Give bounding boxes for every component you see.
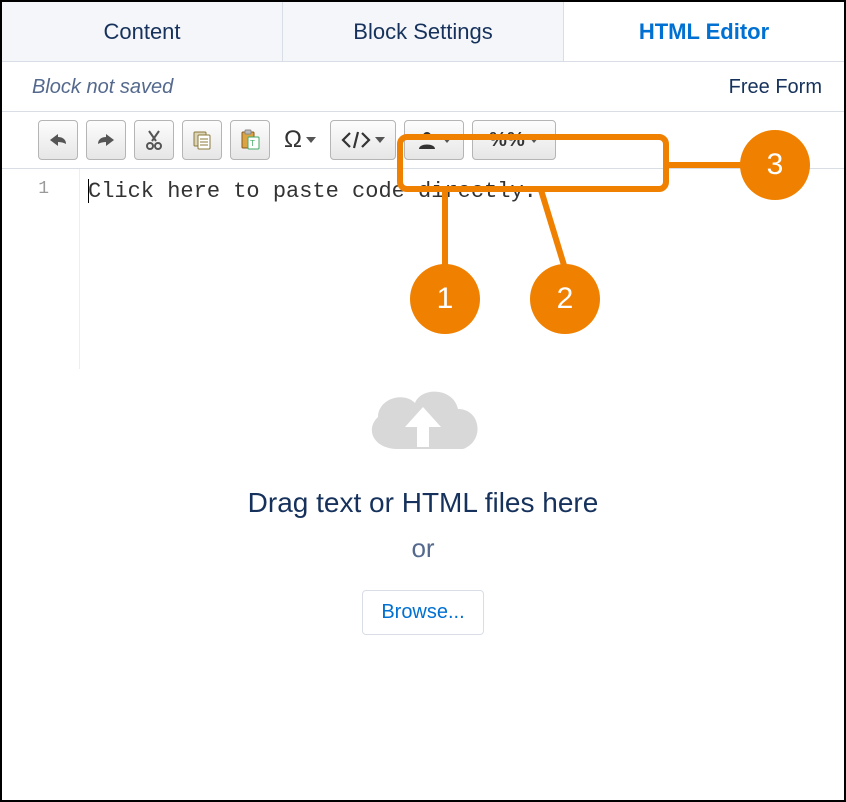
svg-text:T: T bbox=[250, 139, 255, 148]
toolbar: T Ω %% bbox=[2, 111, 844, 169]
code-editor[interactable]: 1 Click here to paste code directly. bbox=[2, 169, 844, 369]
special-char-button[interactable]: Ω bbox=[278, 120, 322, 160]
code-area[interactable]: Click here to paste code directly. bbox=[80, 169, 844, 369]
upload-cloud-icon bbox=[2, 369, 844, 469]
undo-icon bbox=[47, 131, 69, 149]
status-mode: Free Form bbox=[729, 76, 822, 99]
percent-icon: %% bbox=[489, 129, 525, 152]
dropzone[interactable]: Drag text or HTML files here or Browse..… bbox=[2, 369, 844, 635]
status-bar: Block not saved Free Form bbox=[2, 62, 844, 111]
dropzone-message: Drag text or HTML files here bbox=[2, 487, 844, 519]
chevron-down-icon bbox=[442, 137, 452, 143]
dropzone-or: or bbox=[2, 533, 844, 564]
browse-button[interactable]: Browse... bbox=[362, 590, 483, 635]
personalization-button[interactable] bbox=[404, 120, 464, 160]
paste-icon: T bbox=[239, 129, 261, 151]
tab-content[interactable]: Content bbox=[2, 2, 283, 61]
copy-button[interactable] bbox=[182, 120, 222, 160]
tabs: Content Block Settings HTML Editor bbox=[2, 2, 844, 62]
line-number: 1 bbox=[38, 179, 49, 199]
redo-icon bbox=[95, 131, 117, 149]
status-not-saved: Block not saved bbox=[32, 76, 173, 99]
chevron-down-icon bbox=[375, 137, 385, 143]
omega-icon: Ω bbox=[284, 126, 302, 154]
code-icon bbox=[341, 130, 371, 150]
person-icon bbox=[416, 129, 438, 151]
tab-html-editor[interactable]: HTML Editor bbox=[564, 2, 844, 61]
tab-block-settings[interactable]: Block Settings bbox=[283, 2, 564, 61]
chevron-down-icon bbox=[529, 137, 539, 143]
variable-button[interactable]: %% bbox=[472, 120, 556, 160]
paste-button[interactable]: T bbox=[230, 120, 270, 160]
copy-icon bbox=[191, 129, 213, 151]
chevron-down-icon bbox=[306, 137, 316, 143]
code-placeholder: Click here to paste code directly. bbox=[88, 179, 537, 204]
code-button[interactable] bbox=[330, 120, 396, 160]
cut-button[interactable] bbox=[134, 120, 174, 160]
gutter: 1 bbox=[2, 169, 80, 369]
undo-button[interactable] bbox=[38, 120, 78, 160]
scissors-icon bbox=[144, 129, 164, 151]
redo-button[interactable] bbox=[86, 120, 126, 160]
